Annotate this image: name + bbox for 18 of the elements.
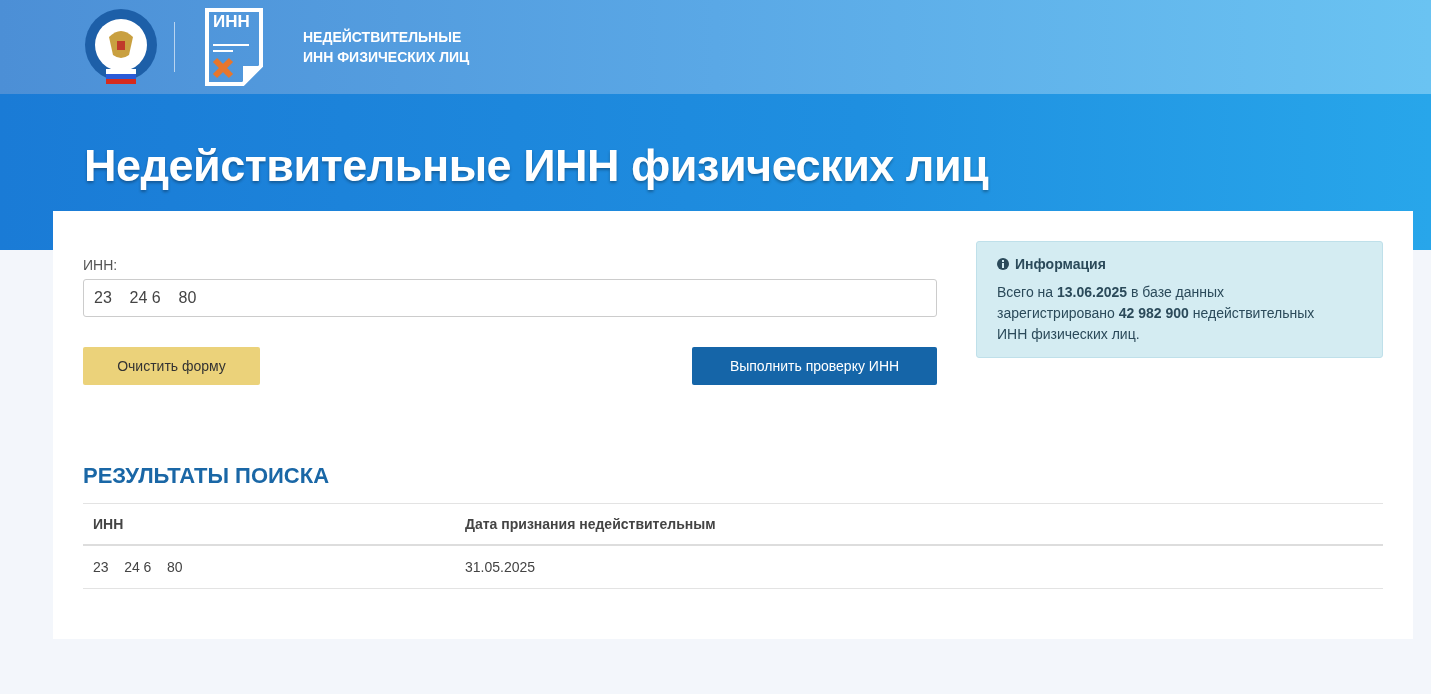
logo-text: ИНН xyxy=(213,12,250,32)
column-header: ИНН xyxy=(83,503,455,545)
clear-button[interactable]: Очистить форму xyxy=(83,347,260,385)
site-title: ИНН ФИЗИЧЕСКИХ ЛИЦ xyxy=(303,48,470,67)
info-text: Всего на 13.06.2025 в базе данных зарегистрировано 42 982 900 недействительных ИНН физических лиц. xyxy=(997,283,1316,344)
page-title: Недействительные ИНН физических лиц xyxy=(84,140,989,192)
check-button[interactable]: Выполнить проверку ИНН xyxy=(692,347,937,385)
inn-input[interactable]: 23 24 6 80 xyxy=(83,279,937,317)
info-icon xyxy=(997,258,1009,270)
column-header: Дата признания недействительным xyxy=(455,503,1383,545)
table-cell: 23 24 6 80 xyxy=(83,545,455,589)
table-cell: 31.05.2025 xyxy=(455,545,1383,589)
emblem-icon xyxy=(84,7,158,87)
field-label: ИНН: xyxy=(83,257,118,273)
document-icon xyxy=(205,8,263,86)
info-title: Информация xyxy=(1015,256,1106,272)
results-heading: РЕЗУЛЬТАТЫ ПОИСКА xyxy=(83,463,330,489)
site-title: НЕДЕЙСТВИТЕЛЬНЫЕ xyxy=(303,27,463,47)
